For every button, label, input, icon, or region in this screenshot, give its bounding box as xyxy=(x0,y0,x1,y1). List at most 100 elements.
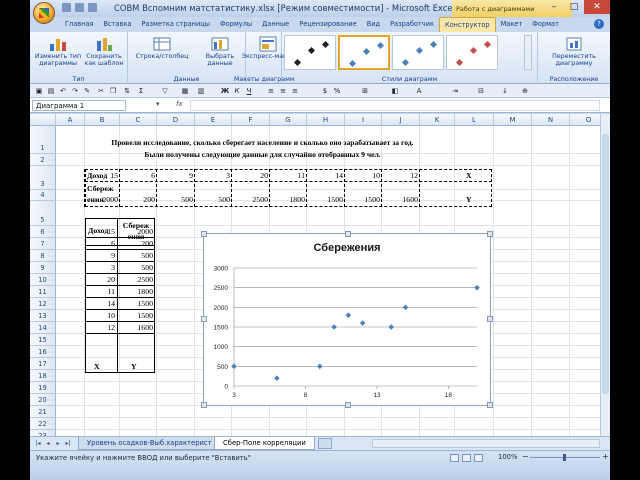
italic-icon[interactable]: К xyxy=(232,86,242,96)
row-header-22[interactable]: 22 xyxy=(30,418,56,430)
row-header-8[interactable]: 8 xyxy=(30,250,56,262)
chart-style-1[interactable] xyxy=(284,35,336,70)
bold-icon[interactable]: Ж xyxy=(220,86,230,96)
sort-desc-icon[interactable]: ↓ xyxy=(500,86,510,96)
font-color-icon[interactable]: A xyxy=(414,86,424,96)
first-sheet-icon[interactable]: |◂ xyxy=(34,440,42,448)
help-icon[interactable]: ? xyxy=(594,19,604,29)
row-header-19[interactable]: 19 xyxy=(30,382,56,394)
scatter-chart[interactable]: Сбережения 0 500 1000 1500 2000 2500 3000 3 8 13 1… xyxy=(201,231,493,408)
save-as-template-button[interactable]: Сохранить как шаблон xyxy=(82,36,126,67)
chart-style-2[interactable] xyxy=(338,35,390,70)
data-point[interactable] xyxy=(345,312,352,318)
row-header-5[interactable]: 5 xyxy=(30,201,56,226)
row-header-12[interactable]: 12 xyxy=(30,298,56,310)
select-all-corner[interactable] xyxy=(30,114,56,126)
indent-icon[interactable]: ⇥ xyxy=(450,86,460,96)
move-chart-button[interactable]: Переместить диаграмму xyxy=(544,36,604,67)
zoom-out-icon[interactable]: − xyxy=(522,452,529,461)
row-header-15[interactable]: 15 xyxy=(30,334,56,346)
currency-icon[interactable]: $ xyxy=(320,86,330,96)
row-header-6[interactable]: 6 xyxy=(30,226,56,238)
column-header-d[interactable]: D xyxy=(157,114,195,126)
row-header-2[interactable]: 2 xyxy=(30,154,56,166)
column-header-f[interactable]: F xyxy=(232,114,270,126)
row-header-3[interactable]: 3 xyxy=(30,166,56,190)
row-header-18[interactable]: 18 xyxy=(30,370,56,382)
fx-icon[interactable]: fx xyxy=(176,100,183,108)
row-header-20[interactable]: 20 xyxy=(30,394,56,406)
row-header-11[interactable]: 11 xyxy=(30,286,56,298)
chart-style-4[interactable] xyxy=(446,35,498,70)
tab-2[interactable]: Вставка xyxy=(98,17,136,32)
borders-icon[interactable]: ⊞ xyxy=(360,86,370,96)
tab-6[interactable]: Рецензирование xyxy=(294,17,361,32)
page-break-view-icon[interactable] xyxy=(474,454,483,462)
row-header-7[interactable]: 7 xyxy=(30,238,56,250)
prev-sheet-icon[interactable]: ◂ xyxy=(44,440,52,448)
tab-5[interactable]: Данные xyxy=(257,17,294,32)
column-header-g[interactable]: G xyxy=(270,114,307,126)
maximize-icon[interactable]: □ xyxy=(564,0,584,14)
normal-view-icon[interactable] xyxy=(450,454,459,462)
name-box[interactable]: Диаграмма 1 xyxy=(32,100,126,111)
sheet-tab-correlation[interactable]: Сбер-Поле корреляции xyxy=(214,437,315,450)
align-right-icon[interactable]: ≡ xyxy=(290,86,300,96)
chart-icon[interactable]: ▥ xyxy=(196,86,206,96)
data-point[interactable] xyxy=(231,363,237,370)
zoom-icon[interactable]: ⊕ xyxy=(520,86,530,96)
data-point[interactable] xyxy=(359,320,366,326)
undo-icon[interactable]: ↶ xyxy=(58,86,68,96)
chart-style-3[interactable] xyxy=(392,35,444,70)
row-header-17[interactable]: 17 xyxy=(30,358,56,370)
paint-icon[interactable]: ✎ xyxy=(82,86,92,96)
row-header-9[interactable]: 9 xyxy=(30,262,56,274)
zoom-slider[interactable] xyxy=(530,454,600,461)
column-header-c[interactable]: C xyxy=(120,114,157,126)
tab-9[interactable]: Конструктор xyxy=(438,17,496,32)
column-header-k[interactable]: K xyxy=(420,114,455,126)
data-point[interactable] xyxy=(402,304,409,311)
horizontal-scrollbar[interactable] xyxy=(372,439,600,448)
zoom-in-icon[interactable]: + xyxy=(602,452,609,461)
print-icon[interactable]: ▤ xyxy=(46,86,56,96)
data-point[interactable] xyxy=(388,324,395,330)
redo-icon[interactable] xyxy=(88,3,97,12)
sum-icon[interactable]: Σ xyxy=(136,86,146,96)
data-point[interactable] xyxy=(331,324,337,330)
filter-icon[interactable]: ▽ xyxy=(160,86,170,96)
switch-row-column-button[interactable]: Строка/столбец xyxy=(130,36,194,60)
zoom-slider-thumb[interactable] xyxy=(563,454,566,461)
copy-icon[interactable]: ❐ xyxy=(108,86,118,96)
zoom-level[interactable]: 100% xyxy=(498,453,517,461)
tab-8[interactable]: Разработчик xyxy=(385,17,439,32)
save-icon[interactable] xyxy=(62,3,71,12)
tab-11[interactable]: Формат xyxy=(527,17,564,32)
tab-3[interactable]: Разметка страницы xyxy=(136,17,215,32)
row-header-1[interactable]: 1 xyxy=(30,126,56,154)
styles-gallery-scroll[interactable] xyxy=(524,35,532,70)
row-header-16[interactable]: 16 xyxy=(30,346,56,358)
namebox-dropdown-icon[interactable]: ▾ xyxy=(156,100,160,108)
vertical-scroll-thumb[interactable] xyxy=(602,134,609,394)
column-header-m[interactable]: M xyxy=(494,114,532,126)
tab-7[interactable]: Вид xyxy=(362,17,385,32)
redo-icon[interactable]: ↷ xyxy=(70,86,80,96)
column-header-n[interactable]: N xyxy=(532,114,570,126)
merge-icon[interactable]: ⊟ xyxy=(476,86,486,96)
sheet-tab-precipitation[interactable]: Уровень осадков-Выб.характерист xyxy=(78,437,221,450)
insert-sheet-icon[interactable] xyxy=(318,438,332,449)
column-header-j[interactable]: J xyxy=(382,114,420,126)
select-data-button[interactable]: Выбрать данные xyxy=(198,36,242,67)
row-header-4[interactable]: 4 xyxy=(30,190,56,201)
tab-1[interactable]: Главная xyxy=(60,17,98,32)
column-header-h[interactable]: H xyxy=(307,114,345,126)
row-header-14[interactable]: 14 xyxy=(30,322,56,334)
data-point[interactable] xyxy=(274,375,280,381)
fill-color-icon[interactable]: ◧ xyxy=(390,86,400,96)
sort-icon[interactable]: ⇅ xyxy=(122,86,132,96)
change-chart-type-button[interactable]: Изменить тип диаграммы xyxy=(34,36,82,67)
data-point[interactable] xyxy=(474,284,480,291)
column-header-e[interactable]: E xyxy=(195,114,232,126)
align-left-icon[interactable]: ≡ xyxy=(266,86,276,96)
